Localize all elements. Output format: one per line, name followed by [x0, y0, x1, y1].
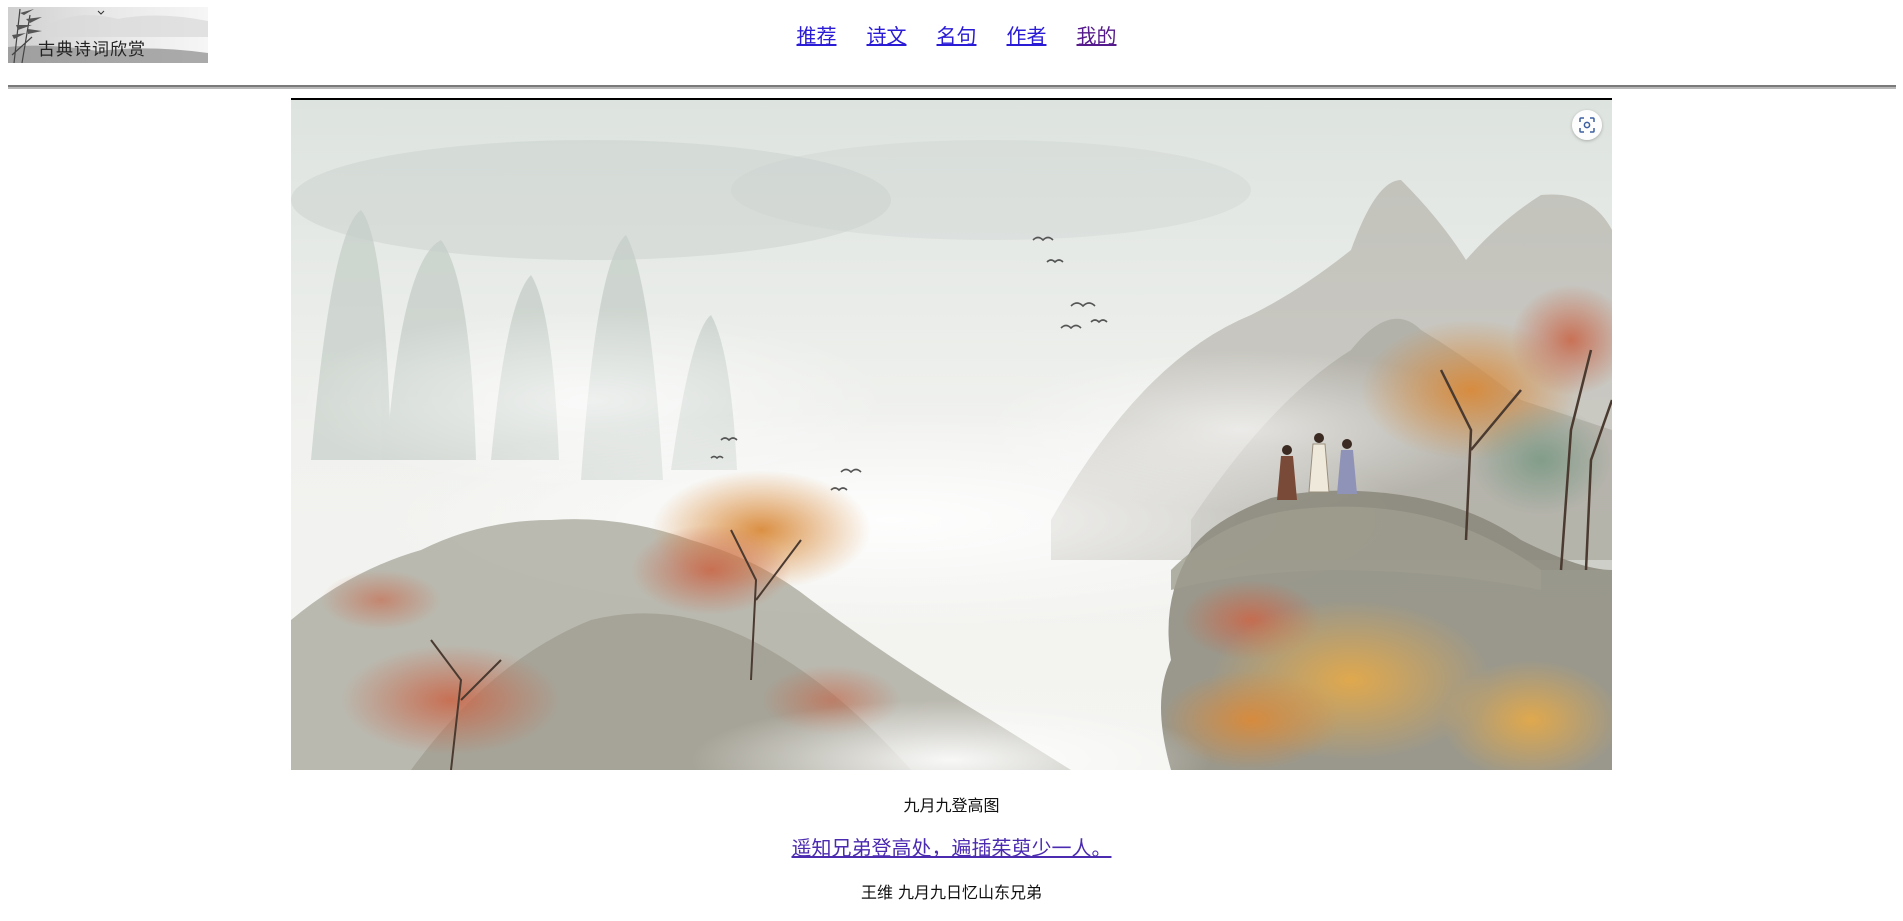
nav-item-authors[interactable]: 作者 — [1007, 20, 1047, 49]
hero-image — [291, 98, 1612, 770]
landscape-painting — [291, 100, 1612, 770]
nav-item-recommend[interactable]: 推荐 — [797, 20, 837, 49]
nav-item-poems[interactable]: 诗文 — [867, 20, 907, 49]
header-divider — [8, 85, 1896, 89]
nav-item-mine[interactable]: 我的 — [1077, 20, 1117, 49]
famous-line-link[interactable]: 遥知兄弟登高处，遍插茱萸少一人。 — [792, 836, 1112, 860]
nav-item-famous-lines[interactable]: 名句 — [937, 20, 977, 49]
main-nav: 推荐 诗文 名句 作者 我的 — [0, 20, 1903, 49]
famous-line: 遥知兄弟登高处，遍插茱萸少一人。 — [0, 832, 1903, 861]
lens-search-button[interactable] — [1572, 110, 1602, 140]
page: 古典诗词欣赏 推荐 诗文 名句 作者 我的 九月九登高图 遥知兄弟登高处，遍插茱… — [0, 0, 1903, 921]
painting-title: 九月九登高图 — [903, 796, 1000, 815]
poem-source: 王维 九月九日忆山东兄弟 — [860, 883, 1043, 902]
lens-icon — [1579, 117, 1595, 133]
